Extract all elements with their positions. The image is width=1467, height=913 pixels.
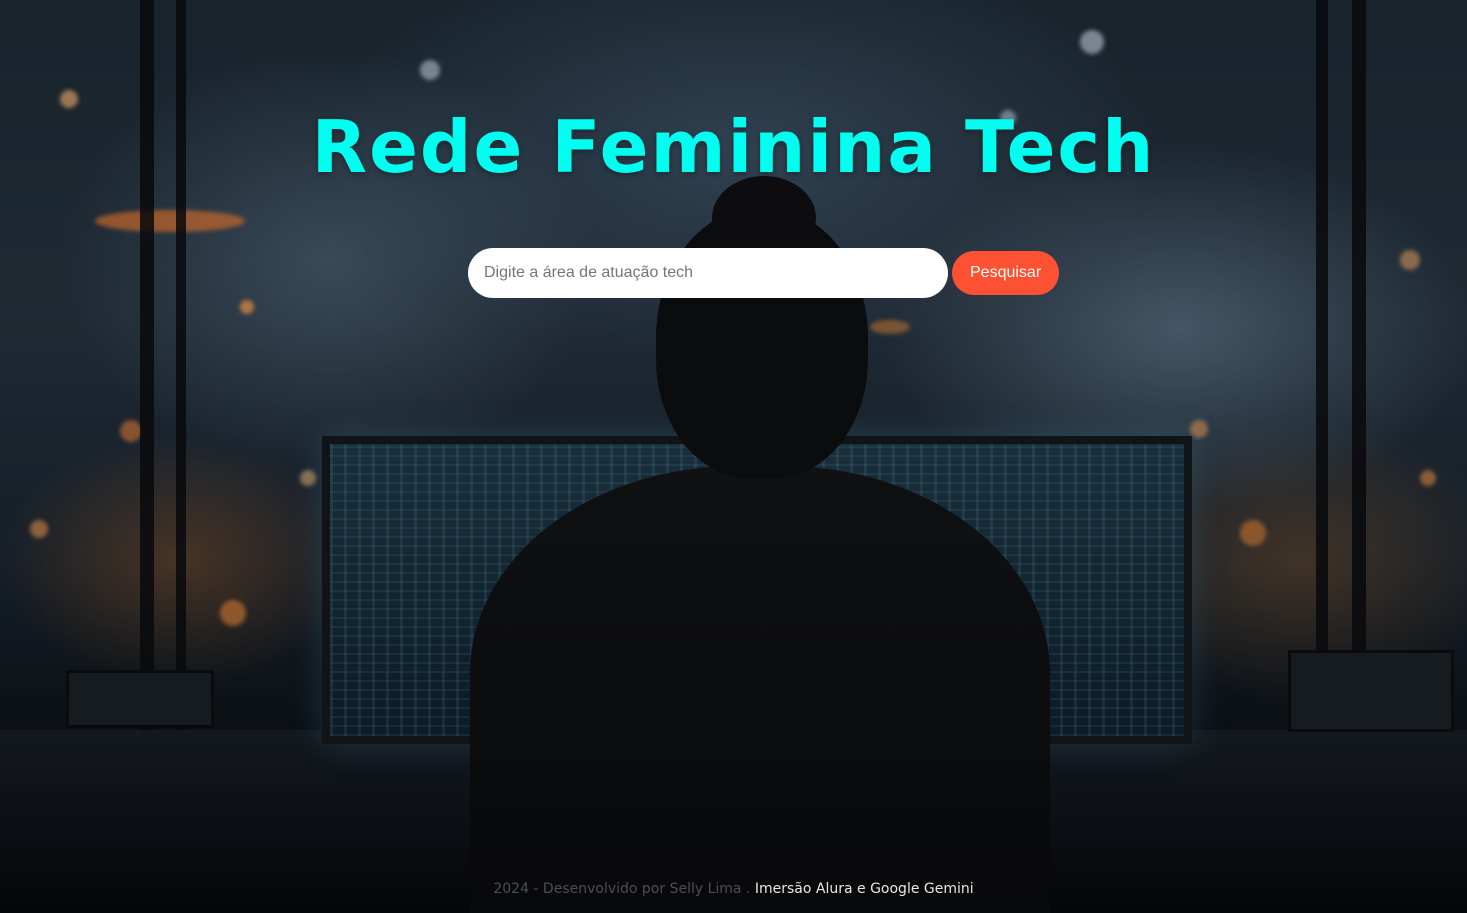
footer-link[interactable]: Imersão Alura e Google Gemini: [755, 881, 974, 897]
footer: 2024 - Desenvolvido por Selly Lima . Ime…: [0, 878, 1467, 900]
search-input[interactable]: [468, 248, 948, 298]
search-button[interactable]: Pesquisar: [952, 251, 1060, 295]
page-title: Rede Feminina Tech: [311, 105, 1156, 189]
footer-credits: 2024 - Desenvolvido por Selly Lima .: [493, 881, 751, 897]
page: Rede Feminina Tech Pesquisar 2024 - Dese…: [0, 0, 1467, 913]
search-bar: Pesquisar: [468, 248, 1060, 298]
